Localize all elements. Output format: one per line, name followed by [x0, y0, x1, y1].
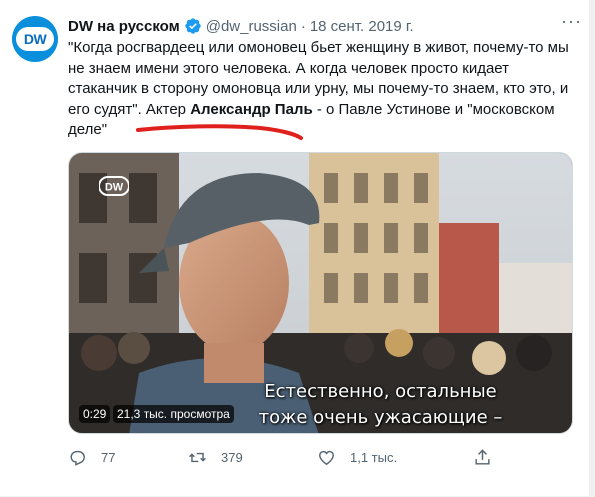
tweet-card[interactable]: DW DW на русском @dw_russian · 18 сент. … [0, 0, 595, 497]
reply-button[interactable]: 77 [68, 448, 115, 467]
author-handle[interactable]: @dw_russian [206, 18, 297, 35]
like-count: 1,1 тыс. [350, 450, 398, 465]
share-button[interactable] [473, 448, 506, 467]
author-name[interactable]: DW на русском [68, 18, 180, 35]
video-views-badge: 21,3 тыс. просмотра [113, 405, 234, 423]
video-player[interactable]: DW Естественно, остальные тоже очень ужа… [68, 152, 573, 434]
share-icon [475, 449, 490, 465]
tweet-actions: 77 379 1,1 тыс. [68, 448, 498, 472]
reply-icon [70, 450, 85, 466]
retweet-icon [189, 452, 206, 463]
dw-logo-badge: DW [16, 27, 54, 51]
tweet-header: DW на русском @dw_russian · 18 сент. 201… [68, 12, 581, 36]
tweet-date[interactable]: 18 сент. 2019 г. [310, 18, 414, 35]
verified-badge-icon [184, 17, 202, 35]
video-subtitle-line1: Естественно, остальные [264, 381, 497, 402]
avatar[interactable]: DW [12, 16, 58, 62]
more-options-icon[interactable]: ··· [561, 12, 581, 34]
dw-watermark-icon: DW [99, 176, 129, 196]
scrollbar[interactable] [589, 0, 595, 497]
video-duration-badge: 0:29 [79, 405, 111, 423]
avatar-logo-text: DW [23, 31, 47, 47]
separator-dot: · [300, 17, 306, 35]
dw-watermark-text: DW [105, 182, 124, 194]
red-underline-annotation [136, 124, 303, 140]
tweet-text-bold: Александр Паль [190, 100, 313, 118]
heart-icon [319, 450, 334, 466]
retweet-button[interactable]: 379 [188, 448, 243, 467]
like-button[interactable]: 1,1 тыс. [317, 448, 397, 467]
retweet-count: 379 [221, 450, 243, 465]
reply-count: 77 [101, 450, 116, 465]
